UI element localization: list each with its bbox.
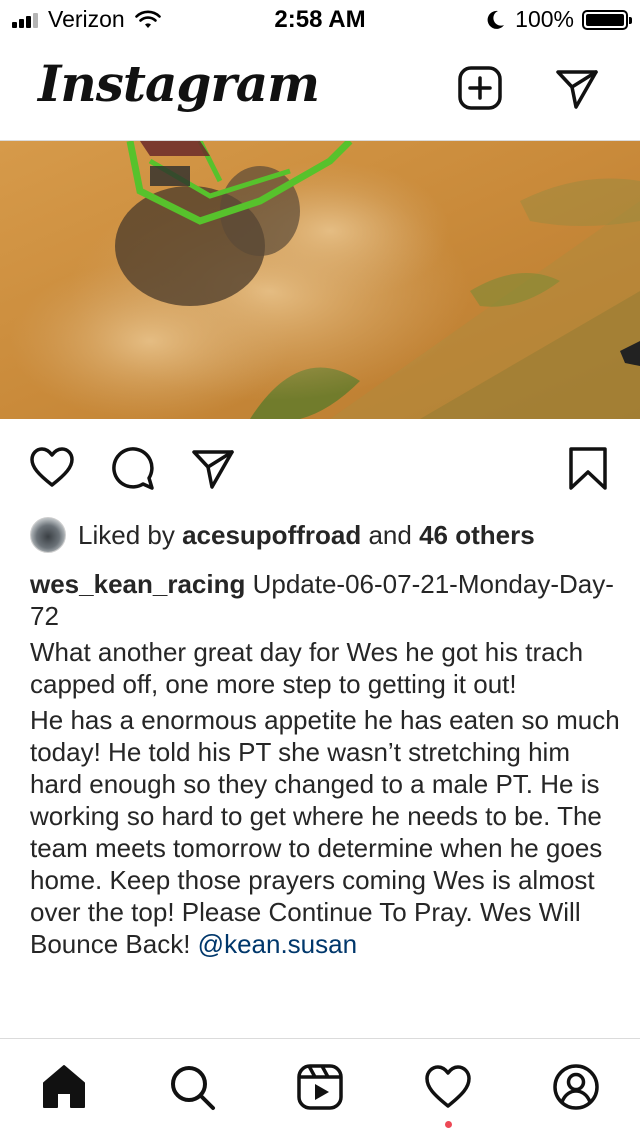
caption-paragraph-1: What another great day for Wes he got hi… — [30, 637, 584, 699]
moon-icon — [487, 10, 505, 29]
new-post-icon[interactable] — [456, 64, 504, 112]
caption-first-line: wes_kean_racing Update-06-07-21-Monday-D… — [30, 568, 620, 632]
home-icon[interactable] — [38, 1061, 90, 1113]
reels-icon[interactable] — [294, 1061, 346, 1113]
battery-percent: 100% — [515, 6, 574, 32]
post-caption: wes_kean_racing Update-06-07-21-Monday-D… — [30, 568, 620, 964]
comment-icon[interactable] — [108, 444, 156, 492]
search-icon[interactable] — [166, 1061, 218, 1113]
battery-icon — [582, 9, 632, 30]
save-icon[interactable] — [564, 444, 612, 492]
likes-others[interactable]: 46 others — [419, 520, 535, 551]
likes-row[interactable]: Liked by acesupoffroad and 46 others — [30, 515, 535, 555]
app-header: Instagram — [0, 40, 640, 141]
liker-username[interactable]: acesupoffroad — [182, 520, 361, 551]
caption-username[interactable]: wes_kean_racing — [30, 569, 245, 599]
battery-fill — [586, 13, 624, 26]
liker-avatar[interactable] — [30, 517, 66, 553]
post-image[interactable] — [0, 141, 640, 419]
bottom-tab-bar — [0, 1038, 640, 1136]
likes-connector: and — [368, 519, 412, 550]
direct-message-icon[interactable] — [552, 64, 600, 112]
caption-paragraph-2-text: He has a enormous appetite he has eaten … — [30, 705, 620, 959]
instagram-feed-screen: Verizon 2:58 AM 100% Instagram Liked by … — [0, 0, 640, 1136]
offroad-photo — [0, 141, 640, 419]
battery-tip — [629, 16, 632, 24]
activity-icon[interactable] — [422, 1061, 474, 1113]
like-icon[interactable] — [28, 444, 76, 492]
instagram-logo[interactable]: Instagram — [38, 54, 320, 113]
activity-notification-dot — [445, 1121, 452, 1128]
status-bar: Verizon 2:58 AM 100% — [0, 0, 640, 40]
profile-icon[interactable] — [550, 1061, 602, 1113]
share-icon[interactable] — [188, 444, 236, 492]
caption-paragraph-2: He has a enormous appetite he has eaten … — [30, 704, 620, 960]
post-action-bar — [0, 436, 640, 500]
likes-prefix: Liked by — [78, 519, 175, 550]
status-right: 100% — [487, 6, 632, 33]
caption-mention[interactable]: @kean.susan — [198, 929, 357, 959]
